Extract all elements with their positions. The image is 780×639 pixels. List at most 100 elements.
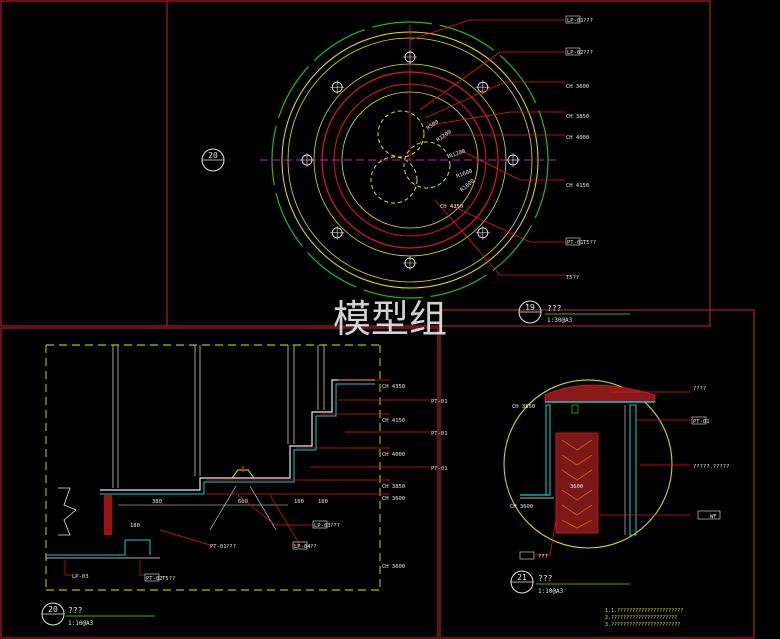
- light-circle-left: [370, 156, 418, 204]
- plan-title-number: 19: [525, 303, 535, 312]
- section-marker-number: 20: [208, 151, 218, 160]
- downlight-crosshair: [300, 153, 314, 167]
- sec-btag-5: PT-02: [146, 576, 163, 582]
- detail-title-number: 21: [517, 573, 527, 582]
- ceiling-label-2: CH 3850: [566, 114, 589, 120]
- plan-tag-2: LP-02: [567, 50, 584, 56]
- radius-label-2: R1200: [436, 129, 453, 143]
- left-top-frame: [0, 0, 168, 327]
- leader-1: [409, 19, 565, 41]
- sec-ch-6: CH 3600: [382, 564, 405, 570]
- plan-tag-4-text: T5??: [566, 275, 579, 281]
- section-frame: [0, 327, 439, 639]
- plan-tag-3: PT-01: [567, 240, 584, 246]
- radius-label-5: R1800: [459, 178, 476, 193]
- watermark-text: 模型组: [333, 297, 447, 341]
- plan-tag-1-text: ???: [583, 18, 593, 24]
- sec-tag-3: PT-01: [431, 466, 448, 472]
- leader-2: [419, 51, 565, 111]
- plan-title-text: ???: [547, 304, 562, 313]
- section-title-block: 20 ??? 1:10@A3: [41, 602, 155, 627]
- sec-btag-1: LP-03: [314, 523, 331, 529]
- detail-left-frame: [545, 404, 551, 496]
- ceiling-label-4: CH 4150: [566, 183, 589, 189]
- plan-scale: 1:30@A3: [547, 317, 573, 324]
- det-ch-top: CH 3850: [512, 404, 535, 410]
- ceiling-section: [45, 344, 381, 591]
- stepped-ceiling-profile: [100, 379, 375, 491]
- note-1: 1.1.??????????????????????: [605, 608, 683, 614]
- downlight-crosshair: [403, 50, 417, 64]
- ceiling-label-3: CH 4000: [566, 135, 589, 141]
- leader-4: [429, 111, 565, 126]
- light-circle-top: [377, 110, 425, 158]
- radius-label-3: R1200: [449, 149, 467, 160]
- detail-scale: 1:10@A3: [538, 588, 564, 595]
- det-leader-5: [535, 519, 557, 556]
- section-title-number: 20: [48, 605, 58, 614]
- lower-soffit: [46, 539, 151, 556]
- sec-tag-1: PT-01: [431, 399, 448, 405]
- detail-hanger: [571, 404, 579, 414]
- det-btag-box: [519, 551, 535, 560]
- bottom-leader-4: [64, 560, 72, 576]
- cad-drawing-canvas: 20 LP-01 ??? LP-02 ??? CH 3600 CH 3850 C…: [0, 0, 755, 639]
- note-3: 3.???????????????????????: [605, 622, 680, 628]
- radius-label-4: R1600: [456, 169, 474, 180]
- sec-ch-1: CH 4350: [382, 384, 405, 390]
- dim-180: 180: [130, 523, 140, 529]
- light-cone-left: [209, 485, 237, 531]
- leader-3: [424, 81, 565, 119]
- det-label-3: ?????.?????: [693, 464, 729, 470]
- note-2: 2.??????????????????????: [605, 615, 677, 621]
- sec-btag-3: PT-01: [210, 544, 227, 550]
- det-label-4: WF: [710, 514, 717, 520]
- det-label-1: ????: [693, 386, 706, 392]
- break-line: [58, 487, 77, 536]
- detail-labels: ???? PT-01 ?????.????? WF CH 3850 CH 360…: [510, 386, 729, 560]
- detail-wood-block: [555, 432, 599, 534]
- plan-tag-1: LP-01: [567, 18, 584, 24]
- section-scale: 1:10@A3: [68, 620, 94, 627]
- downlight-crosshair: [506, 153, 520, 167]
- det-wf-box: [697, 510, 721, 520]
- sec-ch-2: CH 4150: [382, 418, 405, 424]
- plan-tag-3-text: T5??: [583, 240, 596, 246]
- det-bottom-tag: ???: [538, 554, 548, 560]
- plan-labels: LP-01 ??? LP-02 ??? CH 3600 CH 3850 CH 4…: [426, 15, 596, 281]
- sec-btag-5-text: T5??: [162, 576, 175, 582]
- sec-btag-1-text: ???: [330, 523, 340, 529]
- plan-section-marker: 20: [201, 148, 225, 172]
- section-labels: CH 4350 CH 4150 CH 4000 CH 3850 CH 3600 …: [64, 379, 448, 582]
- detail-title-block: 21 ??? 1:10@A3: [510, 570, 630, 595]
- radius-label-1: R500: [426, 119, 440, 132]
- det-label-2: PT-01: [693, 419, 710, 425]
- section-title-text: ???: [68, 606, 83, 615]
- det-ch-bottom: CH 3600: [510, 504, 533, 510]
- sec-btag-3-text: ???: [226, 544, 236, 550]
- downlight-crosshair: [403, 256, 417, 270]
- sec-ch-5: CH 3600: [382, 496, 405, 502]
- dim-100-a: 100: [294, 499, 304, 505]
- sec-btag-2-text: ??: [310, 544, 317, 550]
- dim-100-b: 100: [318, 499, 328, 505]
- sec-btag-4: LP-03: [72, 574, 89, 580]
- sec-tag-2: PT-01: [431, 431, 448, 437]
- plan-title-block: 19 ??? 1:30@A3: [518, 300, 630, 324]
- bottom-leader-3: [159, 529, 211, 546]
- bottom-leader-5: [139, 560, 145, 576]
- sec-btag-2: LP-04: [294, 544, 311, 550]
- dim-380: 380: [152, 499, 162, 505]
- plan-tag-2-text: ???: [583, 50, 593, 56]
- drawing-notes: 1.1.?????????????????????? 2.???????????…: [605, 608, 683, 628]
- det-inner-dim: 3600: [570, 484, 583, 490]
- detail-right-frame: [629, 404, 637, 536]
- radius-label-6: CH 4350: [440, 204, 463, 210]
- sec-ch-4: CH 3850: [382, 484, 405, 490]
- detail-slab: [544, 384, 656, 403]
- detail-title-text: ???: [538, 574, 553, 583]
- sec-ch-3: CH 4000: [382, 452, 405, 458]
- plan-frame: [166, 0, 711, 327]
- hatched-wall: [104, 495, 112, 535]
- ceiling-label-1: CH 3600: [566, 84, 589, 90]
